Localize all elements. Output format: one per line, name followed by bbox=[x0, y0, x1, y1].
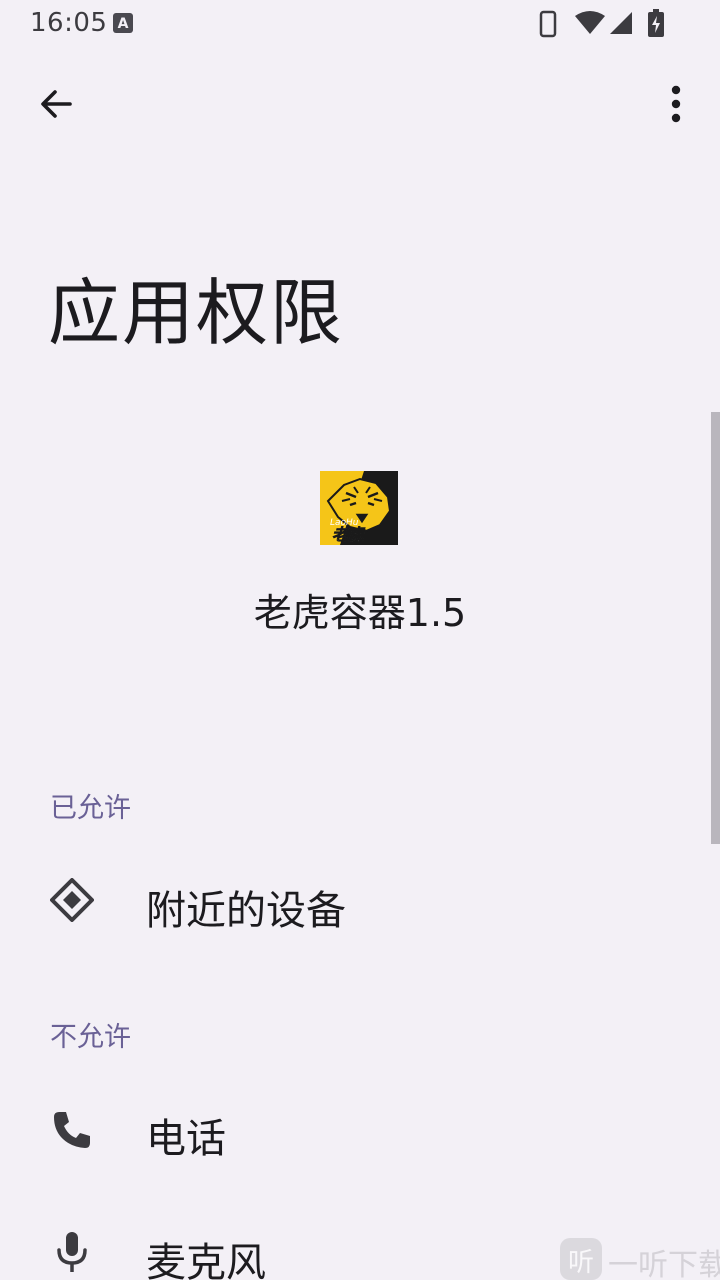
notification-a-icon: A bbox=[113, 13, 133, 33]
permission-item-nearby-devices[interactable]: 附近的设备 bbox=[0, 846, 720, 956]
app-icon-text-main: 老虎 bbox=[332, 525, 366, 544]
battery-charging-icon bbox=[648, 9, 664, 37]
watermark-logo-char: 听 bbox=[567, 1248, 594, 1278]
section-header-denied: 不允许 bbox=[50, 1022, 131, 1053]
section-header-allowed: 已允许 bbox=[50, 793, 131, 824]
phone-status-icon bbox=[539, 10, 557, 38]
app-icon: LaoHu 老虎 bbox=[320, 471, 398, 545]
more-options-button[interactable] bbox=[646, 74, 706, 134]
app-permissions-screen: 16:05 A 应用权限 LaoHu 老虎 老虎容器1.5 已允许 附近的设备 … bbox=[0, 0, 720, 1280]
permission-item-phone[interactable]: 电话 bbox=[0, 1076, 720, 1186]
watermark-text: 一听下载 bbox=[608, 1248, 720, 1280]
status-bar: 16:05 A bbox=[0, 0, 720, 48]
arrow-back-icon bbox=[41, 90, 72, 118]
notification-badge-text: A bbox=[118, 16, 129, 32]
permission-label: 麦克风 bbox=[146, 1240, 266, 1280]
cell-signal-icon bbox=[610, 12, 632, 34]
app-name: 老虎容器1.5 bbox=[253, 591, 467, 635]
page-title: 应用权限 bbox=[48, 271, 345, 355]
permission-label: 电话 bbox=[146, 1116, 226, 1162]
back-button[interactable] bbox=[26, 74, 86, 134]
nearby-devices-icon bbox=[50, 878, 94, 922]
watermark: 听 一听下载 bbox=[558, 1234, 720, 1280]
status-time: 16:05 bbox=[30, 8, 108, 38]
permission-label: 附近的设备 bbox=[146, 888, 346, 934]
microphone-icon bbox=[57, 1232, 87, 1272]
phone-icon bbox=[54, 1112, 90, 1148]
wifi-icon bbox=[575, 11, 605, 34]
watermark-logo-icon: 听 bbox=[560, 1238, 602, 1280]
more-vert-icon bbox=[671, 85, 681, 123]
